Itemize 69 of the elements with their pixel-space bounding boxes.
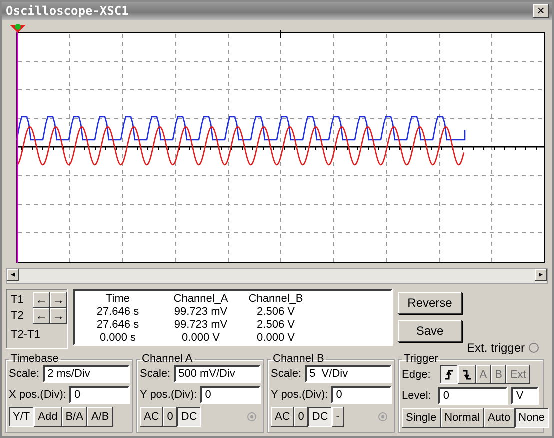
column-header: Time	[104, 293, 132, 306]
coupling-button[interactable]: 0	[294, 407, 308, 427]
position-field[interactable]: 0	[69, 386, 130, 404]
cursor-left-button[interactable]: ←	[33, 292, 50, 308]
scale-field[interactable]: 2 ms/Div	[42, 365, 130, 383]
scroll-left-button[interactable]: ◂	[7, 269, 19, 281]
coupling-button[interactable]: 0	[163, 407, 178, 427]
scroll-right-button[interactable]: ▸	[535, 269, 547, 281]
position-label: Y pos.(Div):	[140, 389, 198, 401]
radio-icon	[378, 412, 388, 422]
trigger-mode-button[interactable]: Auto	[484, 408, 515, 428]
trigger-mode-button[interactable]: Normal	[440, 408, 484, 428]
cursor-right-button[interactable]: →	[50, 292, 67, 308]
cursor-left-button[interactable]: ←	[33, 308, 50, 324]
position-field[interactable]: 0	[200, 386, 261, 404]
unit-field[interactable]: V	[511, 387, 540, 405]
group-title: Channel B	[272, 353, 326, 365]
group-title: Timebase	[10, 353, 60, 365]
table-cell-text: 27.646 s	[96, 306, 140, 319]
table-cell-text: 27.646 s	[96, 319, 140, 332]
cursor-label: T2	[11, 310, 25, 322]
trigger-mode-button[interactable]: None	[514, 408, 549, 428]
cursor-line[interactable]	[16, 30, 18, 263]
mode-button[interactable]: Add	[34, 407, 62, 427]
table-cell-text: 0.000 V	[256, 332, 296, 345]
table-cell-text: 99.723 mV	[173, 319, 229, 332]
edge-label: Edge:	[402, 368, 431, 380]
mode-button[interactable]: A/B	[87, 407, 114, 427]
edge-icon	[442, 368, 455, 382]
scale-field[interactable]: 5 V/Div	[304, 365, 392, 383]
level-field[interactable]: 0	[438, 387, 508, 405]
position-label: X pos.(Div):	[9, 389, 66, 401]
mode-button[interactable]: B/A	[62, 407, 88, 427]
group-title: Trigger	[403, 353, 440, 365]
window-title: Oscilloscope-XSC1	[6, 4, 129, 18]
reverse-button[interactable]: Reverse	[398, 292, 462, 314]
level-label: Level:	[402, 390, 432, 402]
scale-label: Scale:	[140, 368, 171, 380]
cursor-label: T1	[11, 294, 25, 306]
radio-icon	[247, 412, 257, 422]
edge-icon	[460, 368, 473, 382]
trigger-mode-button[interactable]: Single	[402, 408, 441, 428]
group-title: Channel A	[141, 353, 194, 365]
cursor-label: T2-T1	[11, 329, 42, 341]
save-button[interactable]: Save	[398, 320, 462, 342]
coupling-button[interactable]: DC	[308, 407, 332, 427]
scale-label: Scale:	[271, 368, 302, 380]
coupling-button[interactable]: -	[332, 407, 344, 427]
table-cell-text: 99.723 mV	[173, 306, 229, 319]
coupling-button[interactable]: AC	[140, 407, 164, 427]
scale-field[interactable]: 500 mV/Div	[174, 365, 261, 383]
table-cell-text: 2.506 V	[256, 306, 296, 319]
column-header: Channel_A	[172, 293, 230, 306]
mode-button[interactable]: Y/T	[9, 407, 34, 427]
table-cell-text: 0.000 s	[98, 332, 138, 345]
coupling-button[interactable]: DC	[177, 407, 202, 427]
ext-trigger-radio[interactable]	[529, 343, 540, 353]
close-button[interactable]: ×	[533, 4, 549, 18]
position-field[interactable]: 0	[331, 386, 392, 404]
cursor-marker-icon[interactable]	[10, 24, 26, 33]
cursor-right-button[interactable]: →	[50, 308, 67, 324]
column-header: Channel_B	[248, 293, 304, 306]
table-cell-text: 0.000 V	[181, 332, 221, 345]
table-cell-text: 2.506 V	[256, 319, 296, 332]
coupling-button[interactable]: AC	[271, 407, 294, 427]
ext-trigger-label: Ext. trigger	[467, 341, 526, 355]
scale-label: Scale:	[9, 368, 40, 380]
edge-button[interactable]	[440, 365, 458, 384]
position-label: Y pos.(Div):	[271, 389, 328, 401]
